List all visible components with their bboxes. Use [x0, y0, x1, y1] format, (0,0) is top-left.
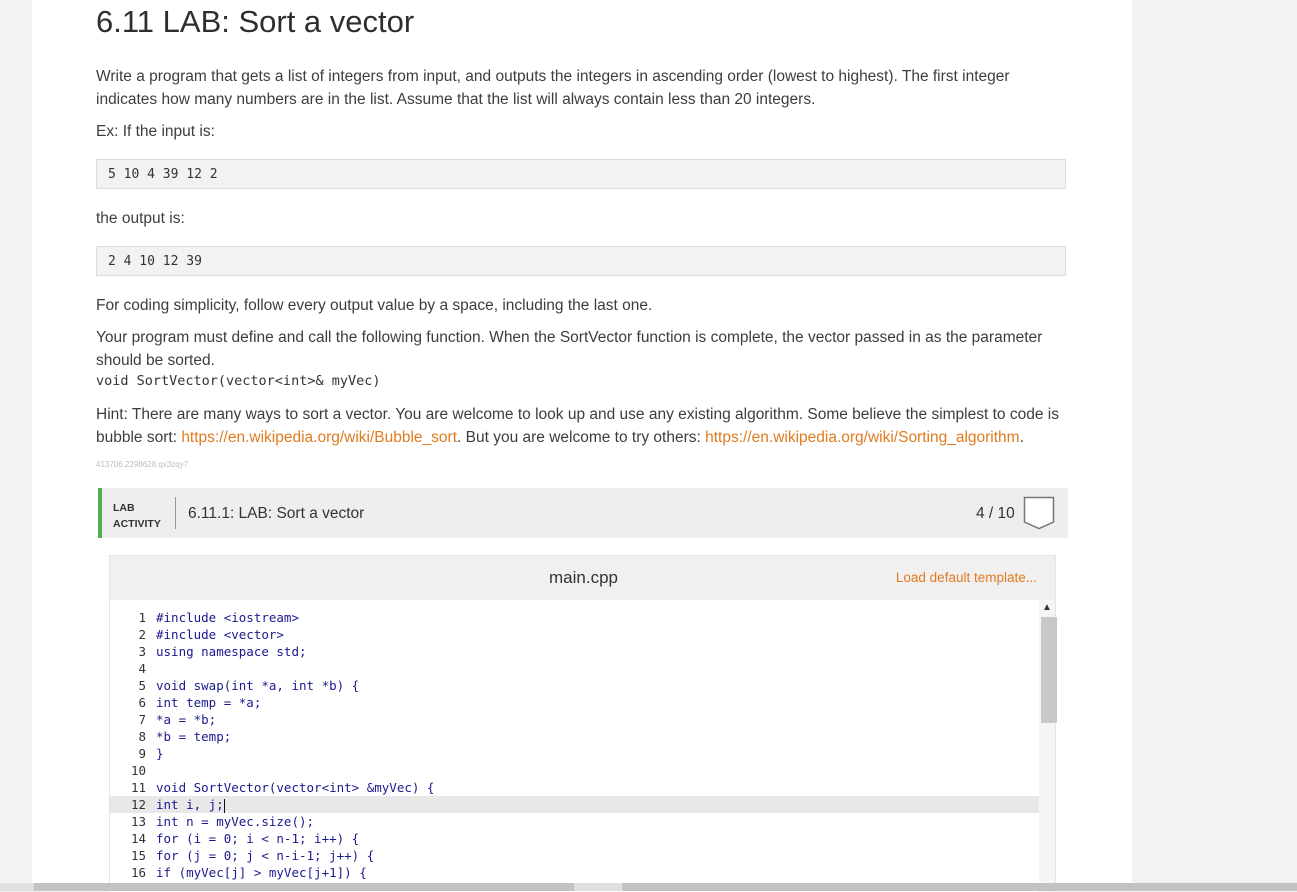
code-text[interactable]: if (myVec[j] > myVec[j+1]) {: [156, 865, 367, 880]
lab-accent-bar: [98, 488, 102, 538]
scroll-up-icon[interactable]: ▲: [1039, 602, 1055, 614]
lab-tag-line2: ACTIVITY: [113, 518, 161, 530]
horizontal-scroll-thumb-right[interactable]: [622, 883, 1297, 891]
code-line[interactable]: 3 using namespace std;: [110, 643, 1040, 660]
line-number: 15: [130, 848, 146, 863]
lab-score: 4 / 10: [976, 505, 1015, 522]
code-text[interactable]: #include <vector>: [156, 627, 284, 642]
code-line[interactable]: 16 if (myVec[j] > myVec[j+1]) {: [110, 864, 1040, 881]
lab-activity: LAB ACTIVITY 6.11.1: LAB: Sort a vector …: [98, 488, 1068, 892]
line-number: 6: [138, 695, 146, 710]
intro-text: Write a program that gets a list of inte…: [96, 68, 1010, 108]
code-line[interactable]: 14 for (i = 0; i < n-1; i++) {: [110, 830, 1040, 847]
line-number: 7: [138, 712, 146, 727]
editor-scroll-thumb[interactable]: [1041, 617, 1057, 723]
code-text[interactable]: void SortVector(vector<int> &myVec) {: [156, 780, 434, 795]
function-note: Your program must define and call the fo…: [96, 329, 1043, 369]
text-cursor: [223, 798, 225, 813]
sorting-algorithm-link[interactable]: https://en.wikipedia.org/wiki/Sorting_al…: [705, 429, 1019, 446]
horizontal-scrollbar[interactable]: [0, 883, 1297, 891]
line-number: 11: [130, 780, 146, 795]
horizontal-scroll-thumb[interactable]: [34, 883, 574, 891]
bubble-sort-link[interactable]: https://en.wikipedia.org/wiki/Bubble_sor…: [181, 429, 457, 446]
code-text[interactable]: int i, j;: [156, 797, 224, 812]
example-input-box: 5 10 4 39 12 2: [96, 159, 1066, 189]
lab-divider: [175, 497, 176, 529]
lab-body: main.cpp Load default template... 1 #incl…: [98, 538, 1068, 892]
code-line[interactable]: 12 int i, j;: [110, 796, 1040, 813]
code-line[interactable]: 1 #include <iostream>: [110, 609, 1040, 626]
code-text[interactable]: }: [156, 746, 164, 761]
line-number: 1: [138, 610, 146, 625]
line-number: 12: [130, 797, 146, 812]
page-title: 6.11 LAB: Sort a vector: [96, 4, 415, 39]
editor-panel: main.cpp Load default template... 1 #incl…: [109, 555, 1057, 892]
code-line[interactable]: 10: [110, 762, 1040, 779]
code-line[interactable]: 6 int temp = *a;: [110, 694, 1040, 711]
example-output-box: 2 4 10 12 39: [96, 246, 1066, 276]
simplicity-note: For coding simplicity, follow every outp…: [96, 297, 653, 314]
lab-activity-tag: LAB ACTIVITY: [113, 500, 161, 532]
line-number: 13: [130, 814, 146, 829]
line-number: 2: [138, 627, 146, 642]
content-id: 413706.2298628.qx3zqy7: [96, 460, 189, 469]
code-line[interactable]: 9}: [110, 745, 1040, 762]
code-lines[interactable]: 1 #include <iostream> 2 #include <vector> 3 u…: [110, 609, 1040, 881]
code-line[interactable]: 7 *a = *b;: [110, 711, 1040, 728]
code-line[interactable]: 15 for (j = 0; j < n-i-1; j++) {: [110, 847, 1040, 864]
code-text[interactable]: void swap(int *a, int *b) {: [156, 678, 359, 693]
line-number: 5: [138, 678, 146, 693]
page: 6.11 LAB: Sort a vector Write a program …: [32, 0, 1132, 892]
code-line[interactable]: 8 *b = temp;: [110, 728, 1040, 745]
line-number: 8: [138, 729, 146, 744]
code-line[interactable]: 5 void swap(int *a, int *b) {: [110, 677, 1040, 694]
function-signature: void SortVector(vector<int>& myVec): [96, 373, 381, 389]
code-editor[interactable]: 1 #include <iostream> 2 #include <vector> 3 u…: [110, 600, 1057, 892]
lab-tag-line1: LAB: [113, 502, 135, 514]
line-number: 4: [138, 661, 146, 676]
output-label: the output is:: [96, 210, 185, 227]
lab-title: 6.11.1: LAB: Sort a vector: [188, 505, 365, 522]
code-text[interactable]: using namespace std;: [156, 644, 307, 659]
example-label: Ex: If the input is:: [96, 123, 215, 140]
code-text[interactable]: *a = *b;: [156, 712, 216, 727]
code-text[interactable]: #include <iostream>: [156, 610, 299, 625]
line-number: 14: [130, 831, 146, 846]
line-number: 3: [138, 644, 146, 659]
hint-text: Hint: There are many ways to sort a vect…: [96, 403, 1071, 449]
line-number: 16: [130, 865, 146, 880]
code-text[interactable]: *b = temp;: [156, 729, 231, 744]
line-number: 10: [130, 763, 146, 778]
code-line[interactable]: 2 #include <vector>: [110, 626, 1040, 643]
code-text[interactable]: int temp = *a;: [156, 695, 261, 710]
line-number: 9: [138, 746, 146, 761]
code-text[interactable]: for (j = 0; j < n-i-1; j++) {: [156, 848, 374, 863]
hint-middle: . But you are welcome to try others:: [457, 429, 706, 446]
hint-suffix: .: [1019, 429, 1024, 446]
code-line[interactable]: 4: [110, 660, 1040, 677]
load-default-template-link[interactable]: Load default template...: [896, 570, 1037, 585]
code-text[interactable]: for (i = 0; i < n-1; i++) {: [156, 831, 359, 846]
completion-shield-icon: [1023, 496, 1055, 530]
code-line[interactable]: 11 void SortVector(vector<int> &myVec) {: [110, 779, 1040, 796]
code-text[interactable]: int n = myVec.size();: [156, 814, 314, 829]
code-line[interactable]: 13 int n = myVec.size();: [110, 813, 1040, 830]
